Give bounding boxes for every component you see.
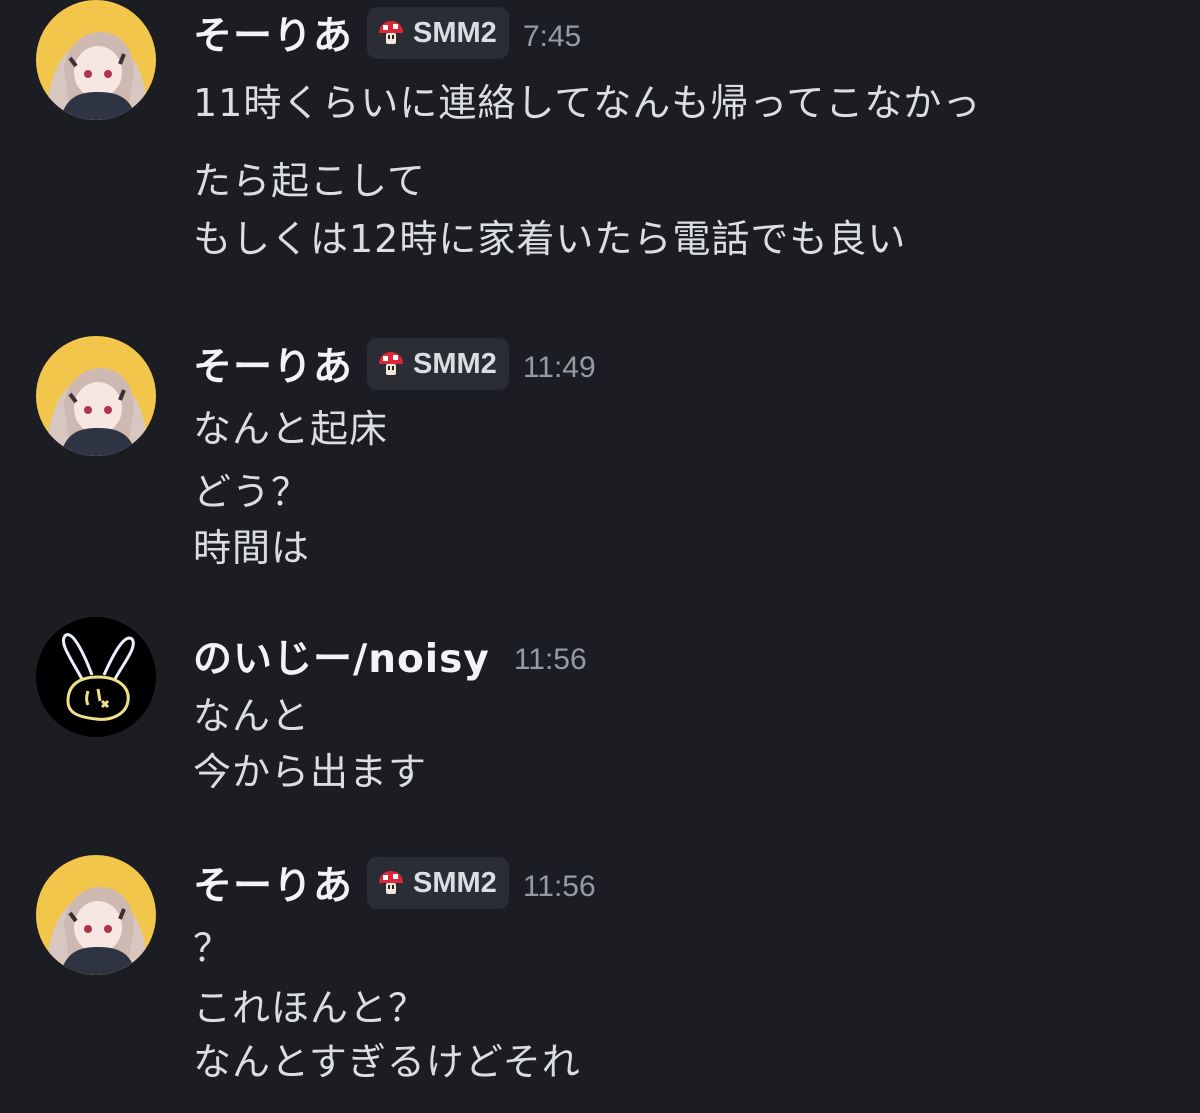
message-header: そーりあ SMM2 11:49 bbox=[193, 336, 596, 392]
timestamp[interactable]: 11:49 bbox=[523, 351, 596, 385]
message-line: たら起こして bbox=[193, 159, 426, 203]
tag-label: SMM2 bbox=[413, 16, 497, 49]
mushroom-icon bbox=[379, 352, 404, 375]
username[interactable]: のいじー/noisy bbox=[193, 628, 490, 684]
mushroom-icon bbox=[379, 21, 404, 44]
anime-girl-avatar-icon bbox=[36, 855, 156, 975]
user-avatar[interactable] bbox=[36, 0, 156, 120]
message-line: 今から出ます bbox=[193, 750, 428, 794]
bunny-doodle-avatar-icon bbox=[36, 617, 156, 737]
server-tag[interactable]: SMM2 bbox=[367, 338, 509, 390]
timestamp[interactable]: 11:56 bbox=[523, 870, 596, 904]
message-header: のいじー/noisy 11:56 bbox=[193, 628, 587, 684]
message-line: 時間は bbox=[193, 526, 311, 570]
message-line: なんと起床 bbox=[193, 407, 389, 451]
server-tag[interactable]: SMM2 bbox=[367, 7, 509, 59]
message-line: なんと bbox=[193, 694, 311, 738]
message-line: 11時くらいに連絡してなんも帰ってこなかっ bbox=[193, 81, 982, 125]
username[interactable]: そーりあ bbox=[193, 5, 353, 61]
user-avatar[interactable] bbox=[36, 336, 156, 456]
anime-girl-avatar-icon bbox=[36, 336, 156, 456]
message-content: なんと起床 どう？ 時間は bbox=[193, 398, 388, 572]
server-tag[interactable]: SMM2 bbox=[367, 857, 509, 909]
username[interactable]: そーりあ bbox=[193, 336, 353, 392]
message-header: そーりあ SMM2 11:56 bbox=[193, 855, 596, 911]
username[interactable]: そーりあ bbox=[193, 855, 353, 911]
tag-label: SMM2 bbox=[413, 347, 497, 380]
message-content: ？ これほんと？ なんとすぎるけどそれ bbox=[193, 917, 581, 1086]
mushroom-icon bbox=[379, 871, 404, 894]
message-content: 11時くらいに連絡してなんも帰ってこなかっ たら起こして もしくは12時に家着い… bbox=[193, 72, 981, 263]
message-line: もしくは12時に家着いたら電話でも良い bbox=[193, 217, 907, 261]
tag-label: SMM2 bbox=[413, 866, 497, 899]
message-header: そーりあ SMM2 7:45 bbox=[193, 5, 581, 61]
user-avatar[interactable] bbox=[36, 617, 156, 737]
timestamp[interactable]: 11:56 bbox=[514, 643, 587, 677]
anime-girl-avatar-icon bbox=[36, 0, 156, 120]
message-line: ？ bbox=[193, 926, 233, 970]
message-content: なんと 今から出ます bbox=[193, 685, 427, 796]
user-avatar[interactable] bbox=[36, 855, 156, 975]
timestamp[interactable]: 7:45 bbox=[523, 20, 581, 54]
message-line: これほんと？ bbox=[193, 986, 428, 1030]
message-line: なんとすぎるけどそれ bbox=[193, 1040, 581, 1084]
message-line: どう？ bbox=[193, 470, 311, 514]
